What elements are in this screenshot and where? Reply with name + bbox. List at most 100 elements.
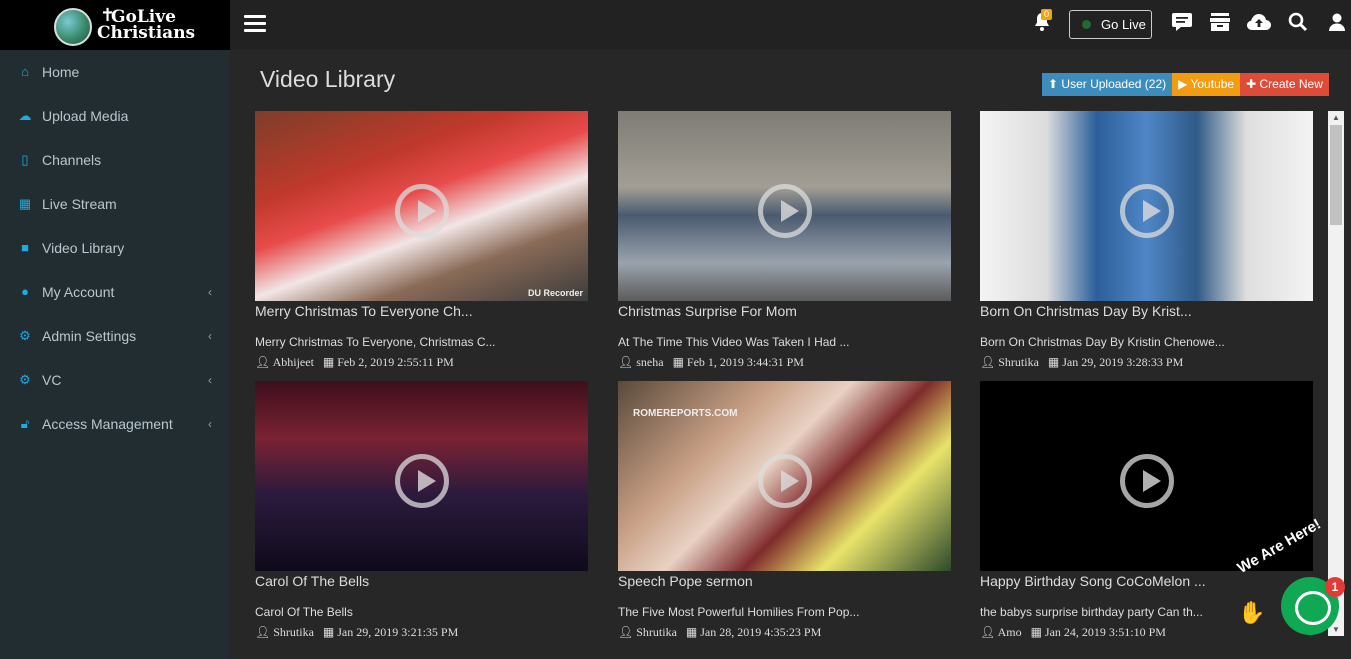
user-icon: 👤︎ — [980, 625, 996, 639]
video-title[interactable]: Carol Of The Bells — [255, 573, 588, 589]
tab-user-uploaded[interactable]: ⬆ User Uploaded (22) — [1042, 73, 1173, 96]
video-camera-icon: ■ — [21, 240, 29, 255]
video-title[interactable]: Speech Pope sermon — [618, 573, 951, 589]
cloud-upload-icon: ☁ — [18, 108, 32, 123]
cogs-icon: ⚙ — [19, 328, 31, 343]
user-icon: 👤︎ — [255, 355, 271, 369]
scroll-up-arrow-icon[interactable]: ▲ — [1332, 113, 1340, 122]
sidebar-item-admin-settings[interactable]: ⚙ Admin Settings ‹ — [0, 314, 230, 358]
notification-badge: 0 — [1041, 9, 1053, 20]
tab-youtube[interactable]: ▶ Youtube — [1172, 73, 1241, 96]
user-icon: 👤︎ — [255, 625, 271, 639]
video-thumbnail[interactable] — [255, 381, 588, 571]
video-card[interactable]: ROMEREPORTS.COM Speech Pope sermon The F… — [618, 381, 951, 646]
go-live-button[interactable]: Go Live — [1069, 10, 1152, 39]
play-icon[interactable] — [395, 454, 449, 508]
video-thumbnail[interactable] — [618, 111, 951, 301]
calendar-icon: ▦ — [685, 625, 698, 639]
plus-icon: ✚ — [1246, 77, 1257, 91]
chat-unread-badge: 1 — [1325, 577, 1345, 597]
watermark-text: ROMEREPORTS.COM — [633, 408, 738, 419]
video-date: Jan 29, 2019 3:28:33 PM — [1062, 355, 1184, 369]
sidebar-item-live-stream[interactable]: ▦ Live Stream — [0, 182, 230, 226]
brand-name: GoLive Christians — [97, 9, 196, 43]
video-meta: 👤︎ Amo ▦ Jan 24, 2019 3:51:10 PM — [980, 625, 1313, 640]
video-description: Carol Of The Bells — [255, 605, 353, 619]
video-title[interactable]: Born On Christmas Day By Krist... — [980, 303, 1313, 319]
search-icon[interactable] — [1288, 12, 1308, 38]
cloud-upload-icon[interactable] — [1246, 12, 1272, 38]
tab-create-new[interactable]: ✚ Create New — [1240, 73, 1329, 96]
video-author: Shrutika — [273, 625, 314, 639]
video-author: Shrutika — [998, 355, 1039, 369]
chevron-left-icon: ‹ — [208, 329, 212, 343]
user-icon: 👤︎ — [618, 355, 634, 369]
video-card[interactable]: DU Recorder Merry Christmas To Everyone … — [255, 111, 588, 376]
scrollbar[interactable]: ▲ ▼ — [1328, 111, 1344, 636]
chevron-left-icon: ‹ — [208, 373, 212, 387]
sidebar-item-my-account[interactable]: ● My Account ‹ — [0, 270, 230, 314]
video-meta: 👤︎ Shrutika ▦ Jan 28, 2019 4:35:23 PM — [618, 625, 951, 640]
lock-icon: 🔓︎ — [20, 416, 30, 431]
calendar-icon: ▦ — [322, 625, 335, 639]
chat-icon[interactable] — [1171, 12, 1193, 38]
play-icon[interactable] — [758, 184, 812, 238]
waving-hand-icon: ✋ — [1238, 600, 1266, 625]
video-meta: 👤︎ Shrutika ▦ Jan 29, 2019 3:21:35 PM — [255, 625, 588, 640]
calendar-icon: ▦ — [322, 355, 335, 369]
video-description: The Five Most Powerful Homilies From Pop… — [618, 605, 860, 619]
play-icon[interactable] — [395, 184, 449, 238]
video-thumbnail[interactable] — [980, 381, 1313, 571]
video-thumbnail[interactable]: DU Recorder — [255, 111, 588, 301]
video-card[interactable]: Christmas Surprise For Mom At The Time T… — [618, 111, 951, 376]
hamburger-menu-icon[interactable] — [244, 15, 266, 33]
brand-line-2: Christians — [97, 23, 196, 43]
sidebar-item-home[interactable]: ⌂ Home — [0, 50, 230, 94]
sidebar-item-label: Upload Media — [42, 108, 129, 124]
video-meta: 👤︎ Abhijeet ▦ Feb 2, 2019 2:55:11 PM — [255, 355, 588, 370]
sidebar-item-label: Access Management — [42, 416, 173, 432]
user-icon: ● — [21, 284, 29, 299]
play-icon[interactable] — [1120, 184, 1174, 238]
play-icon[interactable] — [1120, 454, 1174, 508]
calendar-icon: ▦ — [672, 355, 684, 369]
chevron-left-icon: ‹ — [208, 417, 212, 431]
user-icon: 👤︎ — [618, 625, 634, 639]
video-title[interactable]: Merry Christmas To Everyone Ch... — [255, 303, 588, 319]
sidebar-item-label: VC — [42, 372, 62, 388]
video-card[interactable]: Born On Christmas Day By Krist... Born O… — [980, 111, 1313, 376]
watermark-text: DU Recorder — [527, 288, 583, 298]
sidebar-item-label: Live Stream — [42, 196, 117, 212]
scrollbar-thumb[interactable] — [1330, 125, 1342, 225]
video-title[interactable]: Happy Birthday Song CoCoMelon ... — [980, 573, 1313, 589]
video-author: sneha — [636, 355, 664, 369]
brand-logo[interactable]: ✝ GoLive Christians — [0, 0, 230, 50]
play-icon[interactable] — [758, 454, 812, 508]
user-icon[interactable] — [1327, 12, 1347, 38]
video-date: Feb 2, 2019 2:55:11 PM — [337, 355, 454, 369]
upload-icon: ⬆ — [1048, 77, 1059, 91]
scroll-down-arrow-icon[interactable]: ▼ — [1332, 625, 1340, 634]
top-navbar: 0 Go Live — [230, 0, 1351, 50]
video-title[interactable]: Christmas Surprise For Mom — [618, 303, 951, 319]
video-author: Abhijeet — [272, 355, 314, 369]
sidebar-item-video-library[interactable]: ■ Video Library — [0, 226, 230, 270]
archive-icon[interactable] — [1209, 12, 1231, 38]
sidebar: ⌂ Home ☁ Upload Media ▯ Channels ▦ Live … — [0, 50, 230, 659]
library-tabs: ⬆ User Uploaded (22) ▶ Youtube ✚ Create … — [1042, 73, 1329, 96]
video-author: Amo — [997, 625, 1022, 639]
video-description: Merry Christmas To Everyone, Christmas C… — [255, 335, 496, 349]
video-card[interactable]: Carol Of The Bells Carol Of The Bells 👤︎… — [255, 381, 588, 646]
video-date: Jan 24, 2019 3:51:10 PM — [1044, 625, 1166, 639]
globe-logo-icon — [54, 8, 92, 46]
sidebar-item-upload-media[interactable]: ☁ Upload Media — [0, 94, 230, 138]
sidebar-item-channels[interactable]: ▯ Channels — [0, 138, 230, 182]
chevron-left-icon: ‹ — [208, 285, 212, 299]
sidebar-item-vc[interactable]: ⚙ VC ‹ — [0, 358, 230, 402]
video-date: Jan 29, 2019 3:21:35 PM — [337, 625, 459, 639]
video-thumbnail[interactable]: ROMEREPORTS.COM — [618, 381, 951, 571]
sidebar-item-access-management[interactable]: 🔓︎ Access Management ‹ — [0, 402, 230, 446]
video-thumbnail[interactable] — [980, 111, 1313, 301]
video-date: Feb 1, 2019 3:44:31 PM — [686, 355, 804, 369]
sidebar-item-label: Admin Settings — [42, 328, 137, 344]
